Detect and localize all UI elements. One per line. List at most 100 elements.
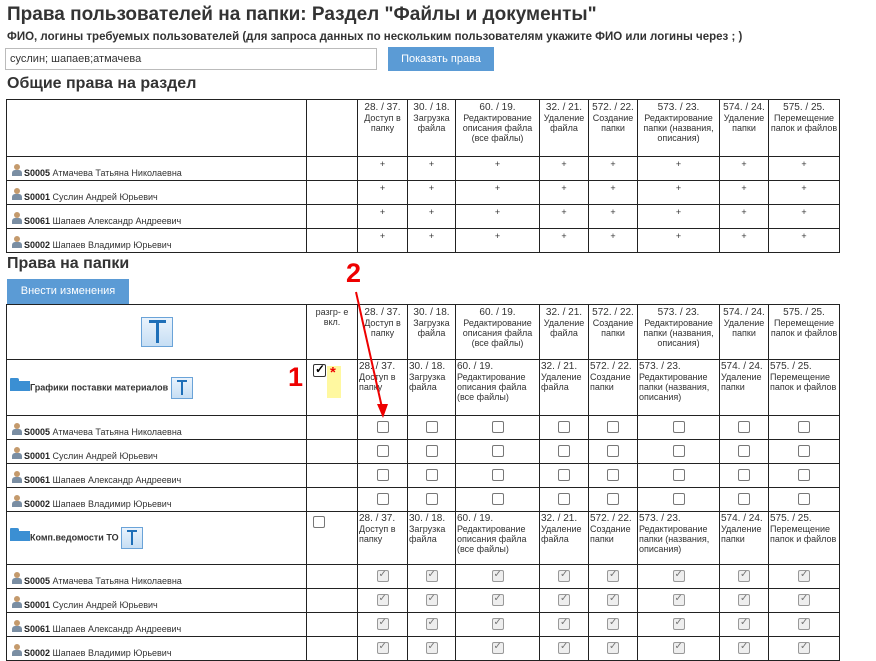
general-rights-table: 28. / 37. Доступ в папку 30. / 18. Загрузка… bbox=[6, 99, 840, 253]
permission-plus: + bbox=[407, 180, 456, 205]
permission-checkbox[interactable] bbox=[672, 420, 685, 433]
tree-expand-icon[interactable] bbox=[170, 376, 193, 399]
permission-checkbox[interactable] bbox=[558, 641, 570, 654]
tree-expand-icon[interactable] bbox=[140, 317, 173, 347]
permission-checkbox[interactable] bbox=[672, 444, 685, 457]
permission-checkbox[interactable] bbox=[425, 593, 438, 606]
permission-checkbox[interactable] bbox=[607, 569, 619, 582]
permission-checkbox[interactable] bbox=[798, 492, 810, 505]
permission-checkbox[interactable] bbox=[558, 593, 570, 606]
permission-checkbox[interactable] bbox=[607, 593, 619, 606]
permission-checkbox[interactable] bbox=[738, 468, 750, 481]
permission-checkbox[interactable] bbox=[798, 468, 810, 481]
permission-plus: + bbox=[719, 228, 769, 253]
permission-checkbox[interactable] bbox=[376, 420, 389, 433]
permission-plus: + bbox=[768, 204, 840, 229]
permission-checkbox[interactable] bbox=[491, 444, 504, 457]
permission-number: 32. / 21. bbox=[541, 513, 578, 524]
permission-checkbox[interactable] bbox=[558, 492, 570, 505]
permission-checkbox[interactable] bbox=[798, 617, 810, 630]
permission-checkbox[interactable] bbox=[558, 569, 570, 582]
permission-checkbox[interactable] bbox=[425, 641, 438, 654]
permission-checkbox[interactable] bbox=[738, 492, 750, 505]
empty-header bbox=[6, 99, 307, 157]
permission-checkbox[interactable] bbox=[376, 444, 389, 457]
permission-number: 573. / 23. bbox=[639, 361, 681, 372]
permission-checkbox[interactable] bbox=[425, 420, 438, 433]
permission-checkbox[interactable] bbox=[425, 617, 438, 630]
permission-checkbox[interactable] bbox=[672, 492, 685, 505]
permission-number: 30. / 18. bbox=[413, 102, 450, 113]
permission-checkbox[interactable] bbox=[738, 420, 750, 433]
permission-checkbox[interactable] bbox=[607, 444, 619, 457]
general-perm-header: 30. / 18. Загрузка файла bbox=[407, 99, 456, 157]
permission-checkbox[interactable] bbox=[738, 641, 750, 654]
permission-checkbox[interactable] bbox=[738, 569, 750, 582]
user-id: S0005 bbox=[24, 576, 51, 586]
permission-checkbox[interactable] bbox=[425, 569, 438, 582]
folder-enable-checkbox[interactable] bbox=[313, 516, 325, 528]
permission-checkbox[interactable] bbox=[491, 420, 504, 433]
user-name: Суслин Андрей Юрьевич bbox=[52, 192, 158, 202]
apply-changes-button[interactable]: Внести изменения bbox=[7, 279, 129, 304]
permission-checkbox[interactable] bbox=[672, 641, 685, 654]
permission-plus: + bbox=[719, 180, 769, 205]
permission-checkbox[interactable] bbox=[376, 569, 389, 582]
permission-checkbox[interactable] bbox=[798, 569, 810, 582]
permission-checkbox[interactable] bbox=[607, 617, 619, 630]
permission-cell bbox=[719, 487, 769, 512]
permission-checkbox[interactable] bbox=[491, 468, 504, 481]
user-row: S0001 Суслин Андрей Юрьевич bbox=[6, 588, 840, 613]
permission-checkbox[interactable] bbox=[558, 420, 570, 433]
permission-plus: + bbox=[719, 156, 769, 181]
permission-cell bbox=[539, 463, 589, 488]
empty-cell bbox=[306, 180, 358, 205]
permission-checkbox[interactable] bbox=[425, 444, 438, 457]
show-rights-button[interactable]: Показать права bbox=[388, 47, 494, 71]
permission-checkbox[interactable] bbox=[558, 617, 570, 630]
tree-expand-icon[interactable] bbox=[121, 527, 144, 549]
permission-checkbox[interactable] bbox=[672, 569, 685, 582]
user-icon bbox=[11, 495, 23, 508]
permission-checkbox[interactable] bbox=[738, 444, 750, 457]
user-row: S0001 Суслин Андрей Юрьевич bbox=[6, 439, 840, 464]
permission-checkbox[interactable] bbox=[376, 617, 389, 630]
permission-checkbox[interactable] bbox=[738, 617, 750, 630]
permission-checkbox[interactable] bbox=[491, 492, 504, 505]
permission-checkbox[interactable] bbox=[558, 444, 570, 457]
permission-checkbox[interactable] bbox=[672, 617, 685, 630]
permission-checkbox[interactable] bbox=[491, 617, 504, 630]
permission-checkbox[interactable] bbox=[607, 641, 619, 654]
permission-checkbox[interactable] bbox=[798, 444, 810, 457]
permission-checkbox[interactable] bbox=[607, 492, 619, 505]
permission-checkbox[interactable] bbox=[491, 569, 504, 582]
permission-number: 30. / 18. bbox=[409, 513, 446, 524]
permission-checkbox[interactable] bbox=[376, 641, 389, 654]
folder-name-cell[interactable]: Графики поставки материалов bbox=[6, 359, 307, 416]
permission-cell bbox=[455, 439, 540, 464]
permission-checkbox[interactable] bbox=[376, 593, 389, 606]
permission-checkbox[interactable] bbox=[798, 641, 810, 654]
permission-checkbox[interactable] bbox=[738, 593, 750, 606]
permission-checkbox[interactable] bbox=[425, 492, 438, 505]
permission-checkbox[interactable] bbox=[798, 593, 810, 606]
user-search-input[interactable] bbox=[5, 48, 377, 70]
permission-checkbox[interactable] bbox=[672, 593, 685, 606]
permission-checkbox[interactable] bbox=[376, 492, 389, 505]
permission-plus: + bbox=[768, 156, 840, 181]
permission-checkbox[interactable] bbox=[376, 468, 389, 481]
permission-checkbox[interactable] bbox=[672, 468, 685, 481]
permission-checkbox[interactable] bbox=[558, 468, 570, 481]
permission-checkbox[interactable] bbox=[491, 641, 504, 654]
permission-plus: + bbox=[768, 180, 840, 205]
permission-checkbox[interactable] bbox=[607, 468, 619, 481]
folder-enable-checkbox[interactable] bbox=[313, 362, 326, 377]
folder-name-cell[interactable]: Комп.ведомости ТО bbox=[6, 511, 307, 565]
permission-checkbox[interactable] bbox=[425, 468, 438, 481]
permission-checkbox[interactable] bbox=[491, 593, 504, 606]
empty-cell bbox=[306, 415, 358, 440]
permission-number: 32. / 21. bbox=[541, 361, 578, 372]
permission-checkbox[interactable] bbox=[607, 420, 619, 433]
permission-checkbox[interactable] bbox=[798, 420, 810, 433]
permission-label: Перемещение папок и файлов bbox=[770, 113, 838, 133]
